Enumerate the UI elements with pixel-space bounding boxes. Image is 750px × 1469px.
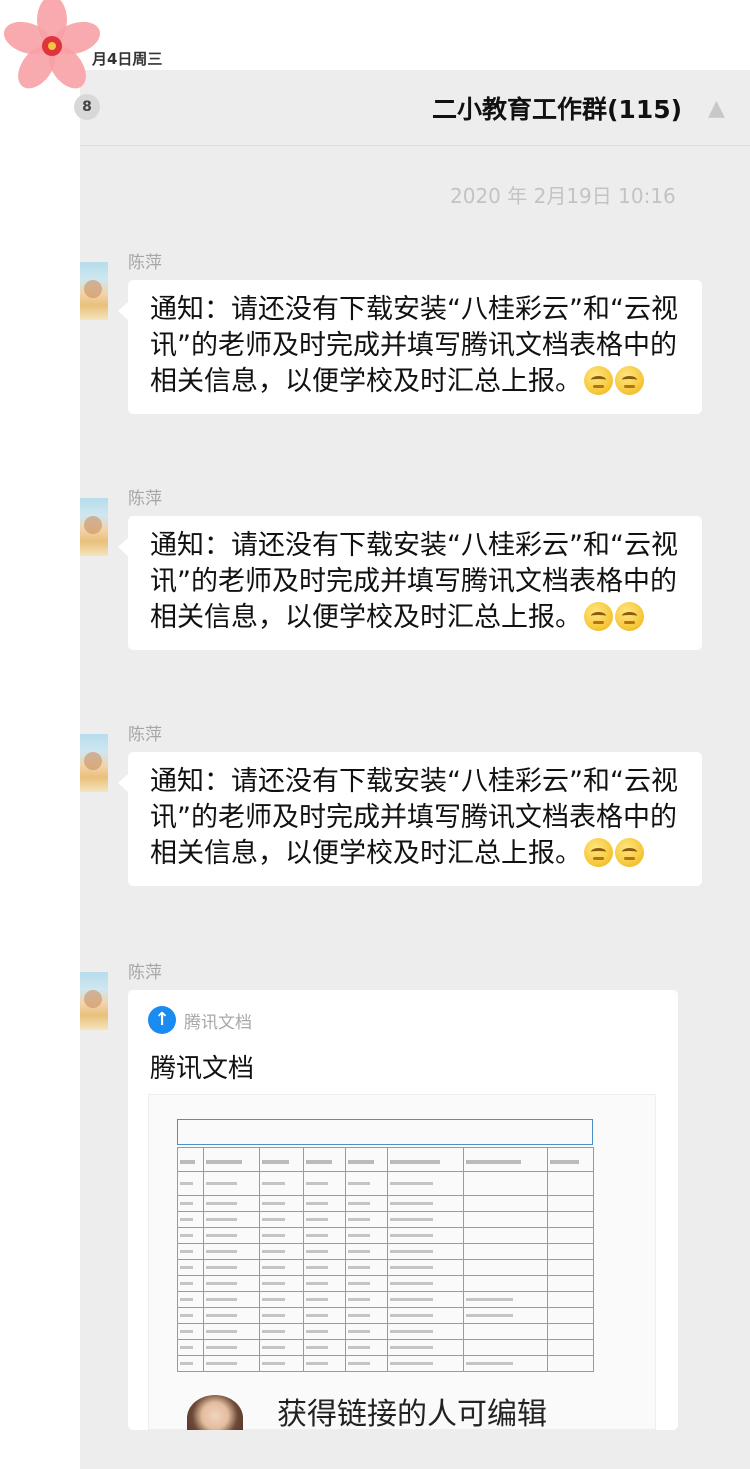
message-bubble[interactable]: 通知：请还没有下载安装“八桂彩云”和“云视讯”的老师及时完成并填写腾讯文档表格中… <box>118 752 702 886</box>
left-margin <box>0 0 80 1469</box>
chat-timestamp: 2020 年 2月19日 10:16 <box>450 184 676 208</box>
tencent-docs-icon: ↑ <box>148 1006 176 1034</box>
chat-header: 8 二小教育工作群(115) ▲ <box>74 70 750 146</box>
card-source-name: 腾讯文档 <box>184 1013 252 1033</box>
user-avatar <box>187 1395 243 1430</box>
spreadsheet-preview: 获得链接的人可编辑 <box>148 1094 656 1430</box>
avatar[interactable] <box>80 498 108 556</box>
sender-name: 陈萍 <box>128 489 162 509</box>
sender-name: 陈萍 <box>128 725 162 745</box>
sender-name: 陈萍 <box>128 963 162 983</box>
message-bubble[interactable]: 通知：请还没有下载安装“八桂彩云”和“云视讯”的老师及时完成并填写腾讯文档表格中… <box>118 280 702 414</box>
flower-sticker-icon <box>4 0 101 89</box>
smile-emoji-icon <box>584 366 613 395</box>
unread-badge[interactable]: 8 <box>74 94 100 120</box>
avatar[interactable] <box>80 972 108 1030</box>
doc-share-card[interactable]: ↑ 腾讯文档 腾讯文档 获得链接的人可编辑 <box>128 990 678 1430</box>
more-icon[interactable]: ▲ <box>708 96 725 121</box>
sender-name: 陈萍 <box>128 253 162 273</box>
smile-emoji-icon <box>584 602 613 631</box>
avatar[interactable] <box>80 734 108 792</box>
group-title: 二小教育工作群(115) <box>432 95 683 124</box>
smile-emoji-icon <box>615 838 644 867</box>
sheet-title-bar <box>177 1119 593 1145</box>
smile-emoji-icon <box>615 366 644 395</box>
chat-screen: 8 二小教育工作群(115) ▲ 2020 年 2月19日 10:16 陈萍 通… <box>74 70 750 1469</box>
top-margin <box>0 0 750 40</box>
sheet-grid <box>177 1147 594 1372</box>
smile-emoji-icon <box>584 838 613 867</box>
message-bubble[interactable]: 通知：请还没有下载安装“八桂彩云”和“云视讯”的老师及时完成并填写腾讯文档表格中… <box>118 516 702 650</box>
permission-text: 获得链接的人可编辑 <box>277 1397 547 1430</box>
smile-emoji-icon <box>615 602 644 631</box>
card-title: 腾讯文档 <box>150 1054 255 1084</box>
avatar[interactable] <box>80 262 108 320</box>
